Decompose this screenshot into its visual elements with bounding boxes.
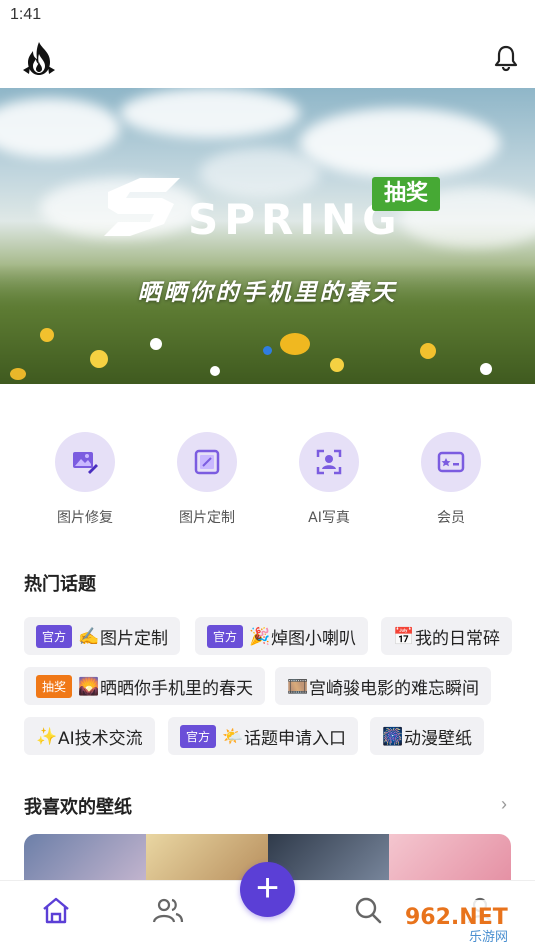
feature-label: 图片修复 [57, 510, 113, 526]
topic-emoji-icon: 🎉 [249, 627, 271, 647]
topic-chip[interactable]: 📅 我的日常碎 [381, 617, 512, 655]
topic-emoji-icon: ✍️ [78, 627, 100, 647]
favorites-more-arrow-icon[interactable]: › [501, 794, 507, 815]
topic-emoji-icon: 🌄 [78, 677, 100, 697]
carousel-dot-active[interactable] [263, 346, 272, 355]
banner-subtitle: 晒晒你的手机里的春天 [137, 280, 398, 306]
topic-chip[interactable]: ✨ AI技术交流 [24, 717, 155, 755]
topic-chip[interactable]: 抽奖 🌄 晒晒你手机里的春天 [24, 667, 266, 705]
hot-topics-title: 热门话题 [24, 574, 96, 595]
watermark-logo: 962.NET 乐游网 [395, 900, 531, 945]
topic-chip[interactable]: 官方 🌤️ 话题申请入口 [168, 717, 359, 755]
svg-text:SPRING: SPRING [188, 195, 400, 244]
member-card-icon [437, 451, 465, 473]
topic-chip[interactable]: 官方 🎉 焯图小喇叭 [195, 617, 369, 655]
ai-portrait-icon [316, 449, 342, 475]
official-tag: 官方 [207, 624, 244, 648]
spring-logo: SPRING [104, 178, 400, 244]
flame-logo-icon[interactable] [20, 40, 58, 78]
svg-text:962.NET: 962.NET [405, 905, 508, 930]
feature-image-repair[interactable]: 图片修复 [35, 432, 135, 527]
users-icon[interactable] [152, 895, 184, 925]
topic-text: 焯图小喇叭 [271, 628, 357, 649]
home-icon[interactable] [40, 895, 72, 925]
promo-banner[interactable]: SPRING 抽奖 晒晒你的手机里的春天 [0, 88, 535, 384]
topic-text: 图片定制 [100, 628, 169, 649]
topic-emoji-icon: 🎞️ [287, 677, 309, 697]
official-tag: 官方 [36, 624, 73, 648]
status-bar: 1:41 [0, 0, 535, 32]
feature-label: 图片定制 [179, 510, 235, 526]
feature-ai-portrait[interactable]: AI写真 [279, 432, 379, 527]
feature-label: 会员 [437, 510, 465, 526]
feature-image-custom[interactable]: 图片定制 [157, 432, 257, 527]
topic-chip[interactable]: 🎆 动漫壁纸 [370, 717, 484, 755]
lottery-tag: 抽奖 [36, 674, 73, 698]
official-tag: 官方 [180, 724, 217, 748]
topic-chip[interactable]: 官方 ✍️ 图片定制 [24, 617, 181, 655]
bell-icon[interactable] [493, 44, 519, 72]
topic-emoji-icon: ✨ [36, 727, 58, 747]
topic-text: 我的日常碎 [415, 628, 500, 649]
topic-text: AI技术交流 [58, 728, 143, 749]
search-icon[interactable] [352, 895, 384, 925]
topic-text: 宫崎骏电影的难忘瞬间 [309, 678, 479, 699]
feature-member[interactable]: 会员 [401, 432, 501, 527]
topic-text: 话题申请入口 [244, 728, 347, 749]
favorites-title: 我喜欢的壁纸 [24, 797, 132, 818]
topic-text: 动漫壁纸 [404, 728, 472, 749]
topic-emoji-icon: 📅 [393, 627, 415, 647]
feature-shortcuts: 图片修复 图片定制 AI写真 会员 [0, 432, 535, 532]
image-repair-icon [73, 452, 98, 474]
topic-emoji-icon: 🌤️ [222, 727, 244, 747]
plus-icon[interactable]: + [240, 862, 295, 917]
topic-emoji-icon: 🎆 [382, 727, 404, 747]
feature-label: AI写真 [308, 510, 350, 526]
svg-text:乐游网: 乐游网 [469, 930, 508, 945]
status-time: 1:41 [10, 6, 42, 23]
topic-text: 晒晒你手机里的春天 [100, 678, 254, 699]
image-frame-icon [194, 449, 220, 475]
topic-chip[interactable]: 🎞️ 宫崎骏电影的难忘瞬间 [275, 667, 491, 705]
carousel-dots [0, 342, 535, 360]
lottery-badge: 抽奖 [372, 177, 440, 211]
app-header [0, 32, 535, 88]
